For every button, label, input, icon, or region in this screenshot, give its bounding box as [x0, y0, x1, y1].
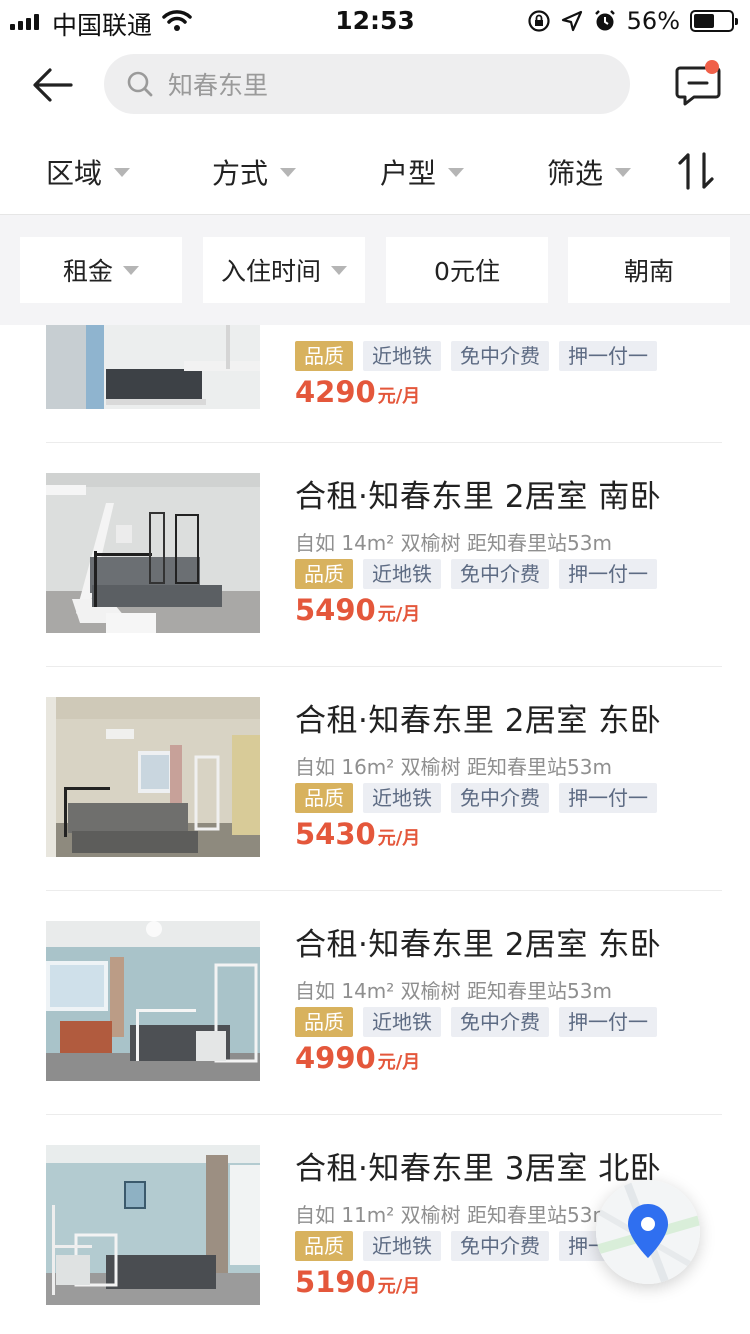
filter-label: 筛选 [547, 157, 604, 190]
filter-mode[interactable]: 方式 [212, 152, 297, 192]
tag-quality: 品质 [295, 341, 353, 371]
tag: 押一付一 [559, 783, 657, 813]
tag: 免中介费 [451, 1231, 549, 1261]
listing-price: 4290 元/月 [295, 375, 420, 409]
tag-list: 品质 近地铁 免中介费 押一付一 [295, 1007, 657, 1037]
tag: 近地铁 [363, 559, 441, 589]
price-unit: 元/月 [377, 828, 421, 849]
chevron-down-icon [331, 265, 347, 275]
listing-card[interactable]: 合租·知春东里 2居室 东卧 自如 16m² 双榆树 距知春里站53m 品质 近… [0, 667, 750, 891]
back-arrow-icon[interactable] [28, 60, 78, 110]
listing-price: 4990 元/月 [295, 1041, 420, 1075]
price-unit: 元/月 [377, 386, 421, 407]
chevron-down-icon [123, 265, 139, 275]
listing-photo [46, 697, 260, 857]
quick-filter-zero-fee[interactable]: 0元住 [386, 237, 548, 303]
notification-dot [705, 60, 719, 74]
tag: 押一付一 [559, 341, 657, 371]
listing-photo [46, 325, 260, 409]
quick-filter-move-in[interactable]: 入住时间 [203, 237, 365, 303]
quick-filter-label: 租金 [62, 257, 113, 286]
nav-bar: 知春东里 [0, 42, 750, 128]
listing-photo [46, 1145, 260, 1305]
search-icon [127, 71, 153, 97]
price-value: 5430 [295, 817, 376, 851]
listing-card[interactable]: 品质 近地铁 免中介费 押一付一 4290 元/月 [0, 325, 750, 443]
price-unit: 元/月 [377, 604, 421, 625]
listing-title: 合租·知春东里 3居室 北卧 [295, 1151, 662, 1187]
quick-filter-label: 朝南 [623, 257, 674, 286]
tag-quality: 品质 [295, 1231, 353, 1261]
listing-meta: 自如 11m² 双榆树 距知春里站53m [295, 1203, 612, 1227]
price-value: 4290 [295, 375, 376, 409]
listing-meta: 自如 14m² 双榆树 距知春里站53m [295, 979, 612, 1003]
sort-icon[interactable] [676, 150, 716, 192]
tag-quality: 品质 [295, 1007, 353, 1037]
status-right: 56% [527, 7, 738, 35]
tag: 押一付一 [559, 559, 657, 589]
tag: 近地铁 [363, 783, 441, 813]
status-bar: 中国联通 12:53 56% [0, 0, 750, 42]
quick-filter-rent[interactable]: 租金 [20, 237, 182, 303]
filter-label: 户型 [380, 157, 437, 190]
listing-price: 5190 元/月 [295, 1265, 420, 1299]
rotation-lock-icon [528, 10, 550, 32]
map-pin-icon [596, 1180, 700, 1284]
price-value: 4990 [295, 1041, 376, 1075]
chevron-down-icon [448, 167, 465, 177]
listing-meta: 自如 16m² 双榆树 距知春里站53m [295, 755, 612, 779]
tag: 免中介费 [451, 341, 549, 371]
quick-filter-south[interactable]: 朝南 [568, 237, 730, 303]
listing-photo [46, 921, 260, 1081]
tag-list: 品质 近地铁 免中介费 押一付一 [295, 783, 657, 813]
listing-price: 5490 元/月 [295, 593, 420, 627]
tag: 近地铁 [363, 1007, 441, 1037]
quick-filter-bar: 租金 入住时间 0元住 朝南 [0, 215, 750, 325]
tag: 近地铁 [363, 341, 441, 371]
tag: 押一付一 [559, 1007, 657, 1037]
price-value: 5190 [295, 1265, 376, 1299]
filter-row: 区域 方式 户型 筛选 [0, 140, 750, 210]
listing-title: 合租·知春东里 2居室 南卧 [295, 479, 662, 515]
tag-quality: 品质 [295, 783, 353, 813]
alarm-icon [594, 10, 615, 31]
tag-list: 品质 近地铁 免中介费 押一付一 [295, 341, 657, 371]
location-arrow-icon [561, 10, 582, 32]
tag: 免中介费 [451, 1007, 549, 1037]
battery-percent: 56% [626, 7, 680, 35]
tag-list: 品质 近地铁 免中介费 押一付一 [295, 559, 657, 589]
search-input[interactable]: 知春东里 [104, 54, 630, 114]
chevron-down-icon [280, 167, 297, 177]
price-unit: 元/月 [377, 1052, 421, 1073]
tag: 近地铁 [363, 1231, 441, 1261]
filter-layout[interactable]: 户型 [380, 152, 465, 192]
listing-card[interactable]: 合租·知春东里 2居室 南卧 自如 14m² 双榆树 距知春里站53m 品质 近… [0, 443, 750, 667]
quick-filter-label: 入住时间 [220, 257, 321, 286]
map-button[interactable] [596, 1180, 700, 1284]
search-placeholder: 知春东里 [168, 71, 269, 100]
listing-photo [46, 473, 260, 633]
listing-card[interactable]: 合租·知春东里 2居室 东卧 自如 14m² 双榆树 距知春里站53m 品质 近… [0, 891, 750, 1115]
listing-title: 合租·知春东里 2居室 东卧 [295, 927, 662, 963]
chevron-down-icon [114, 167, 131, 177]
tag: 免中介费 [451, 783, 549, 813]
filter-label: 区域 [46, 157, 103, 190]
price-value: 5490 [295, 593, 376, 627]
filter-label: 方式 [212, 157, 269, 190]
filter-more[interactable]: 筛选 [547, 152, 632, 192]
filter-area[interactable]: 区域 [46, 152, 131, 192]
battery-icon [690, 10, 738, 32]
quick-filter-label: 0元住 [434, 257, 500, 286]
listing-meta: 自如 14m² 双榆树 距知春里站53m [295, 531, 612, 555]
tag-quality: 品质 [295, 559, 353, 589]
listing-title: 合租·知春东里 2居室 东卧 [295, 703, 662, 739]
tag: 免中介费 [451, 559, 549, 589]
price-unit: 元/月 [377, 1276, 421, 1297]
chevron-down-icon [615, 167, 632, 177]
listing-price: 5430 元/月 [295, 817, 420, 851]
